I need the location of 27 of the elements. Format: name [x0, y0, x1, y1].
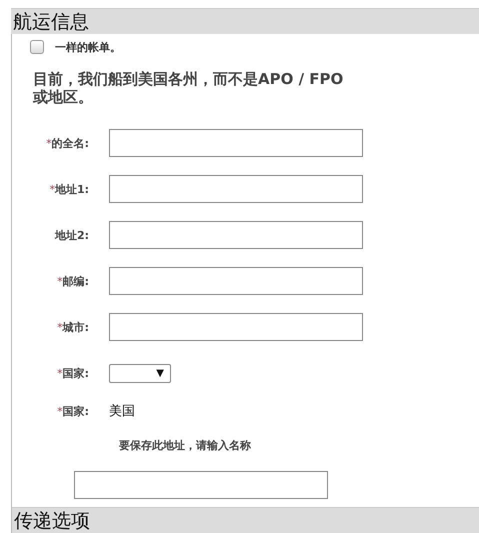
- input-field[interactable]: [109, 313, 363, 341]
- field-label: 地址1:: [54, 182, 89, 196]
- required-mark: *: [49, 182, 55, 196]
- section-title: 航运信息: [11, 8, 479, 34]
- section-title: 传递选项: [12, 507, 479, 533]
- required-mark: *: [57, 366, 63, 380]
- country-value: 美国: [109, 403, 135, 420]
- input-field[interactable]: [109, 175, 363, 203]
- field-label: 邮编:: [62, 274, 89, 288]
- required-mark: *: [46, 136, 52, 150]
- checkbox[interactable]: [30, 40, 44, 54]
- field-label: 城市:: [62, 320, 89, 334]
- address-name-field[interactable]: [74, 471, 328, 499]
- field-label: 地址2:: [54, 228, 89, 242]
- field-label: 的全名:: [52, 136, 89, 150]
- input-field[interactable]: [109, 129, 363, 157]
- country-select[interactable]: ▼: [109, 364, 171, 382]
- field-label: 国家:: [62, 404, 89, 418]
- required-mark: *: [57, 274, 63, 288]
- required-mark: *: [57, 320, 63, 334]
- input-field[interactable]: [109, 221, 363, 249]
- checkbox-label: 一样的帐单。: [55, 40, 121, 54]
- save-address-label: 要保存此地址，请输入名称: [119, 438, 252, 453]
- required-mark: *: [57, 404, 63, 418]
- field-label: 国家:: [62, 366, 89, 380]
- input-field[interactable]: [109, 267, 363, 295]
- shipping-notice: 目前，我们船到美国各州，而不是APO / FPO 或地区。: [33, 70, 344, 106]
